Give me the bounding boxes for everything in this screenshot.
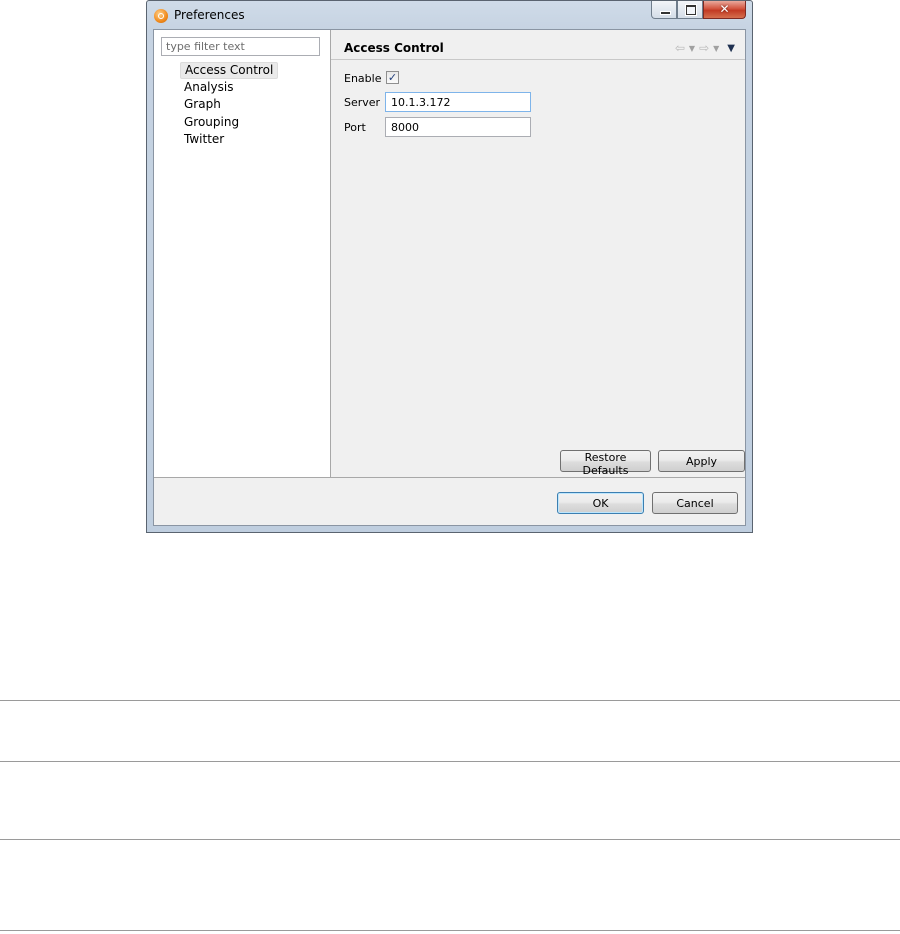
back-dropdown-icon[interactable]: ▼ [689,44,695,53]
cancel-button[interactable]: Cancel [652,492,738,514]
divider-line [0,761,900,762]
maximize-button[interactable] [677,1,703,19]
close-button[interactable]: ✕ [703,1,746,19]
maximize-icon [686,5,696,15]
preference-tree: Access Control Analysis Graph Grouping T… [180,62,279,148]
tree-item-analysis[interactable]: Analysis [180,79,278,96]
minimize-icon [660,11,671,15]
restore-defaults-button[interactable]: Restore Defaults [560,450,651,477]
port-label: Port [344,121,366,134]
title-bar[interactable]: Preferences ✕ [147,1,752,29]
apply-button[interactable]: Apply [658,450,745,472]
back-arrow-icon[interactable]: ⇦ [675,41,685,55]
dialog-client-area: Access Control Analysis Graph Grouping T… [153,29,746,526]
filter-input[interactable] [161,37,320,56]
dialog-button-bar: OK Cancel [154,477,745,525]
forward-arrow-icon[interactable]: ⇨ [699,41,709,55]
app-icon [154,9,168,23]
ok-button[interactable]: OK [557,492,644,514]
close-icon: ✕ [719,2,730,16]
page-title: Access Control [344,41,444,55]
tree-item-grouping[interactable]: Grouping [180,114,278,131]
divider-line [0,930,900,931]
page-header: Access Control ⇦ ▼ ⇨ ▼ ▼ [331,30,745,60]
history-navigation: ⇦ ▼ ⇨ ▼ ▼ [675,41,735,55]
port-input[interactable] [385,117,531,137]
preference-tree-panel: Access Control Analysis Graph Grouping T… [154,30,331,477]
preferences-window: Preferences ✕ Access Control Analysis Gr… [146,0,753,533]
server-input[interactable] [385,92,531,112]
forward-dropdown-icon[interactable]: ▼ [713,44,719,53]
caption-buttons: ✕ [651,1,746,21]
tree-item-graph[interactable]: Graph [180,96,278,113]
minimize-button[interactable] [651,1,677,19]
enable-checkbox[interactable]: ✓ [386,71,399,84]
tree-item-access-control[interactable]: Access Control [180,62,279,79]
view-menu-icon[interactable]: ▼ [727,43,735,54]
divider-line [0,839,900,840]
divider-line [0,700,900,701]
window-title: Preferences [174,8,245,22]
tree-item-twitter[interactable]: Twitter [180,131,278,148]
server-label: Server [344,96,381,109]
enable-label: Enable [344,72,382,85]
preference-page: Access Control ⇦ ▼ ⇨ ▼ ▼ Enable ✓ Server… [331,30,745,477]
